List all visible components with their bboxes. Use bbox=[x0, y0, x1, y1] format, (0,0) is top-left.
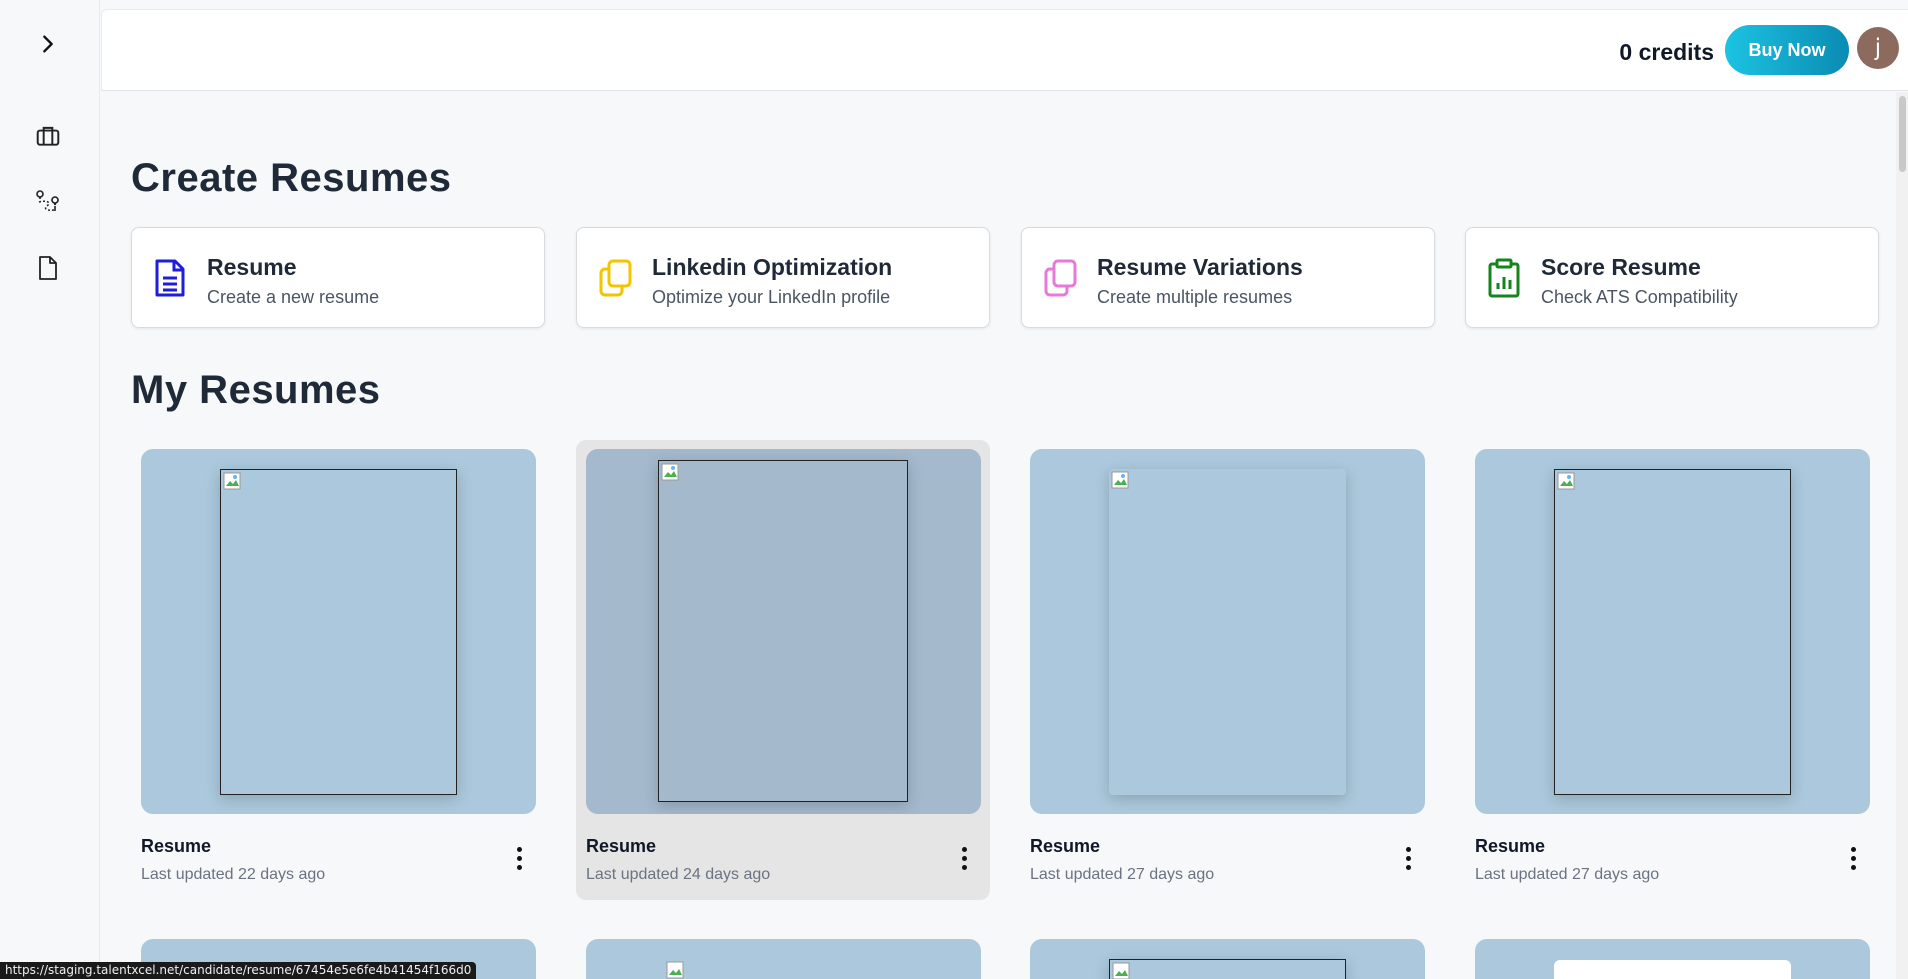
resume-title: Resume bbox=[1030, 836, 1101, 856]
buy-now-button[interactable]: Buy Now bbox=[1725, 25, 1849, 75]
resume-preview-image bbox=[1109, 469, 1346, 795]
more-options-button[interactable] bbox=[1396, 843, 1420, 873]
chevron-right-icon bbox=[43, 35, 53, 53]
resume-card: Resume Last updated 24 days ago bbox=[576, 440, 990, 900]
resume-thumbnail[interactable] bbox=[1475, 939, 1870, 979]
card-title: Linkedin Optimization bbox=[652, 254, 893, 280]
resume-updated: Last updated 27 days ago bbox=[1030, 866, 1215, 883]
card-title: Resume Variations bbox=[1097, 254, 1303, 280]
clipboard-chart-icon bbox=[1488, 258, 1520, 298]
card-title: Resume bbox=[207, 254, 297, 280]
card-title: Score Resume bbox=[1541, 254, 1701, 280]
card-subtitle: Create a new resume bbox=[207, 287, 380, 307]
card-subtitle: Create multiple resumes bbox=[1097, 287, 1293, 307]
resume-card: Resume Last updated 27 days ago bbox=[1465, 440, 1879, 900]
resume-updated: Last updated 27 days ago bbox=[1475, 866, 1660, 883]
sidebar-item-jobs[interactable] bbox=[28, 116, 68, 156]
resume-card: Resume Last updated 27 days ago bbox=[1020, 440, 1434, 900]
more-options-button[interactable] bbox=[1841, 843, 1865, 873]
resume-title: Resume bbox=[586, 836, 657, 856]
resume-thumbnail[interactable] bbox=[586, 449, 981, 814]
card-subtitle: Optimize your LinkedIn profile bbox=[652, 287, 891, 307]
link-preview-url: https://staging.talentxcel.net/candidate… bbox=[0, 962, 477, 979]
sidebar-item-career-path[interactable] bbox=[28, 182, 68, 222]
resume-preview-image bbox=[220, 469, 457, 795]
create-resume-card[interactable]: Resume Create a new resume bbox=[131, 227, 545, 328]
resume-thumbnail[interactable] bbox=[1475, 449, 1870, 814]
copy-icon bbox=[1044, 259, 1077, 297]
broken-image-icon bbox=[1111, 471, 1129, 489]
broken-image-icon bbox=[1112, 962, 1130, 979]
create-resumes-heading: Create Resumes bbox=[131, 156, 452, 200]
resume-preview-image bbox=[1109, 959, 1346, 979]
more-options-button[interactable] bbox=[507, 843, 531, 873]
resume-thumbnail[interactable] bbox=[1030, 449, 1425, 814]
broken-image-icon bbox=[666, 961, 684, 979]
file-text-icon bbox=[155, 259, 185, 297]
resume-variations-card[interactable]: Resume Variations Create multiple resume… bbox=[1021, 227, 1435, 328]
resume-preview-image bbox=[1554, 469, 1791, 795]
top-bar: 0 credits Buy Now j bbox=[101, 9, 1908, 91]
linkedin-optimization-card[interactable]: Linkedin Optimization Optimize your Link… bbox=[576, 227, 990, 328]
more-options-button[interactable] bbox=[952, 843, 976, 873]
resume-thumbnail[interactable] bbox=[586, 939, 981, 979]
resume-preview-image bbox=[658, 460, 908, 802]
route-icon bbox=[36, 190, 59, 211]
resume-thumbnail[interactable] bbox=[1030, 939, 1425, 979]
copy-icon bbox=[599, 259, 632, 297]
resume-title: Resume bbox=[1475, 836, 1546, 856]
resume-thumbnail[interactable] bbox=[141, 449, 536, 814]
resume-card: Resume Last updated 22 days ago bbox=[131, 440, 545, 900]
broken-image-icon bbox=[223, 472, 241, 490]
resume-title: Resume bbox=[141, 836, 212, 856]
avatar[interactable]: j bbox=[1857, 27, 1899, 69]
page-scrollbar[interactable] bbox=[1896, 92, 1908, 979]
resume-updated: Last updated 24 days ago bbox=[586, 866, 771, 883]
broken-image-icon bbox=[661, 463, 679, 481]
broken-image-icon bbox=[1557, 472, 1575, 490]
expand-sidebar-button[interactable] bbox=[28, 24, 68, 64]
card-subtitle: Check ATS Compatibility bbox=[1541, 287, 1738, 307]
document-icon bbox=[39, 256, 57, 280]
my-resumes-heading: My Resumes bbox=[131, 368, 381, 412]
briefcase-icon bbox=[36, 126, 60, 146]
credits-balance: 0 credits bbox=[1619, 39, 1714, 65]
sidebar-item-resumes[interactable] bbox=[28, 248, 68, 288]
score-resume-card[interactable]: Score Resume Check ATS Compatibility bbox=[1465, 227, 1879, 328]
resume-preview-image bbox=[1554, 960, 1791, 979]
resume-updated: Last updated 22 days ago bbox=[141, 866, 326, 883]
sidebar bbox=[0, 0, 100, 979]
scrollbar-thumb[interactable] bbox=[1899, 96, 1906, 172]
